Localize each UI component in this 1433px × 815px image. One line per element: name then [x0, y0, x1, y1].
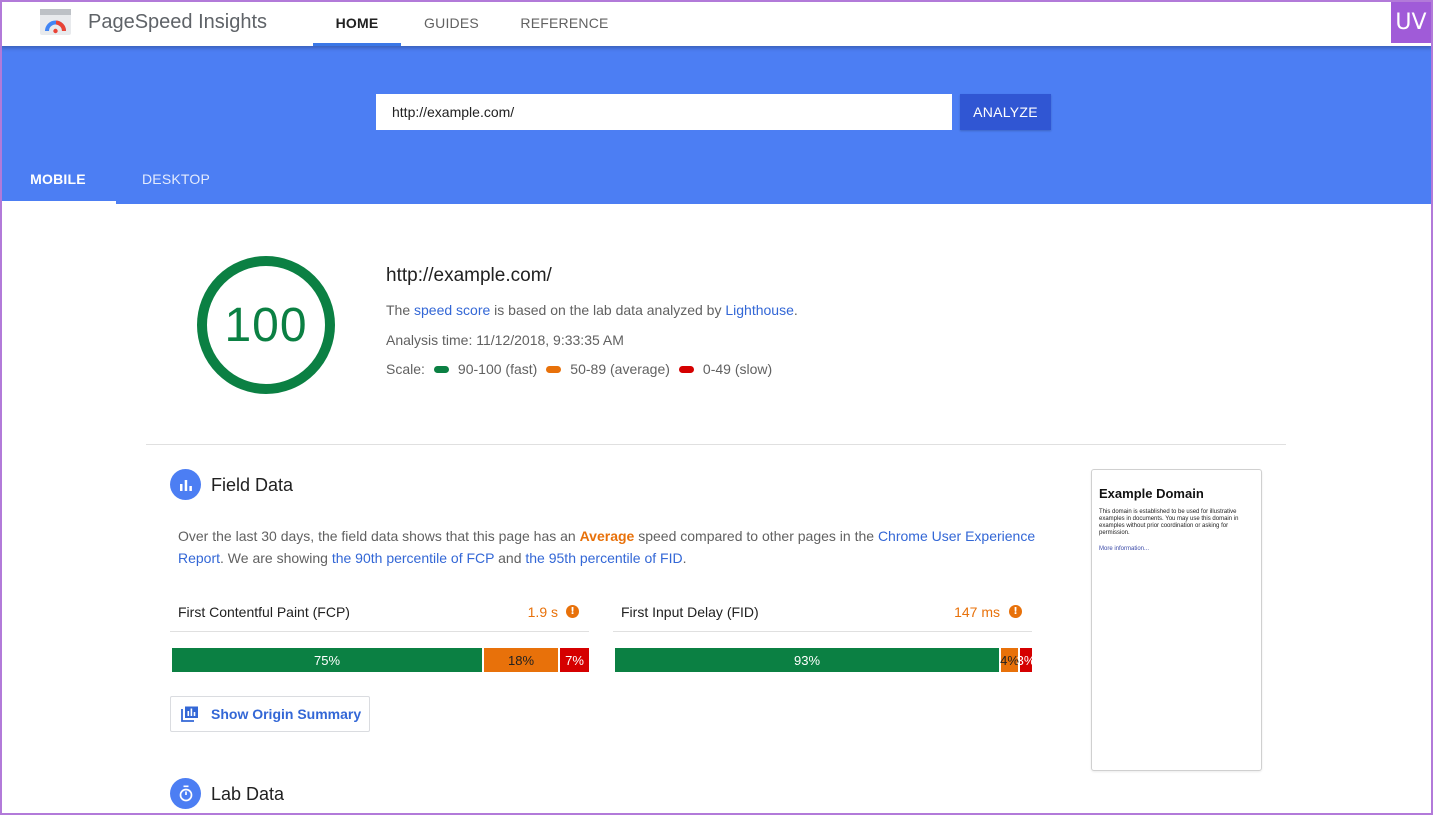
score-scale: Scale: 90-100 (fast) 50-89 (average) 0-4…: [386, 361, 772, 377]
app-title: PageSpeed Insights: [88, 11, 268, 33]
performance-score: 100: [224, 298, 308, 352]
field-data-description: Over the last 30 days, the field data sh…: [178, 528, 1036, 566]
url-input[interactable]: [376, 94, 952, 130]
show-origin-summary-label: Show Origin Summary: [211, 706, 362, 722]
distribution-segment-fast: 75%: [172, 648, 482, 672]
fid-info-icon[interactable]: !: [1009, 605, 1022, 618]
scale-slow: 0-49 (slow): [702, 361, 773, 377]
distribution-segment-slow: 7%: [560, 648, 589, 672]
fcp-divider: [170, 631, 589, 632]
fid-value: 147 ms: [954, 604, 1000, 620]
scale-label: Scale:: [386, 361, 425, 377]
section-divider: [146, 444, 1286, 445]
score-description: The speed score is based on the lab data…: [386, 302, 798, 318]
tab-mobile[interactable]: MOBILE: [0, 154, 116, 204]
fcp-value: 1.9 s: [527, 604, 558, 620]
fcp-percentile-link[interactable]: the 90th percentile of FCP: [332, 550, 494, 566]
distribution-segment-average: 4%: [1000, 648, 1019, 672]
scale-average: 50-89 (average): [570, 361, 670, 377]
fcp-label: First Contentful Paint (FCP): [178, 604, 350, 620]
show-origin-summary-button[interactable]: Show Origin Summary: [170, 696, 370, 732]
analyze-button[interactable]: ANALYZE: [960, 94, 1051, 130]
fid-distribution-bar: 93% 4% 3%: [615, 648, 1035, 672]
analysis-time: Analysis time: 11/12/2018, 9:33:35 AM: [386, 332, 624, 348]
distribution-segment-fast: 93%: [615, 648, 999, 672]
speed-score-link[interactable]: speed score: [414, 302, 490, 318]
fid-divider: [613, 631, 1032, 632]
distribution-segment-average: 18%: [484, 648, 558, 672]
nav-tab-guides[interactable]: GUIDES: [414, 0, 489, 46]
nav-tab-reference[interactable]: REFERENCE: [514, 0, 615, 46]
preview-link: More information...: [1099, 546, 1150, 552]
speed-category: Average: [579, 528, 635, 544]
preview-title: Example Domain: [1099, 486, 1204, 501]
library-chart-icon: [181, 706, 198, 722]
fid-label: First Input Delay (FID): [621, 604, 759, 620]
tab-desktop[interactable]: DESKTOP: [128, 154, 224, 204]
uv-extension-badge[interactable]: UV: [1391, 2, 1431, 43]
fid-percentile-link[interactable]: the 95th percentile of FID: [525, 550, 682, 566]
distribution-segment-slow: 3%: [1017, 648, 1035, 672]
analyzed-url: http://example.com/: [386, 265, 552, 286]
bar-chart-icon: [170, 469, 201, 500]
top-navigation-bar: PageSpeed Insights HOME GUIDES REFERENCE…: [0, 0, 1433, 46]
preview-body: This domain is established to be used fo…: [1099, 509, 1239, 536]
lab-data-title: Lab Data: [211, 784, 285, 804]
slow-legend-icon: [678, 365, 694, 373]
page-screenshot-preview: Example Domain This domain is establishe…: [1091, 469, 1262, 771]
fast-legend-icon: [433, 365, 449, 373]
lighthouse-link[interactable]: Lighthouse: [725, 302, 794, 318]
pagespeed-logo-icon[interactable]: [40, 9, 71, 35]
average-legend-icon: [546, 365, 562, 373]
scale-fast: 90-100 (fast): [457, 361, 538, 377]
nav-tab-home[interactable]: HOME: [313, 0, 401, 46]
field-data-title: Field Data: [211, 475, 294, 495]
stopwatch-icon: [170, 778, 201, 809]
fcp-info-icon[interactable]: !: [566, 605, 579, 618]
fcp-distribution-bar: 75% 18% 7%: [172, 648, 589, 672]
